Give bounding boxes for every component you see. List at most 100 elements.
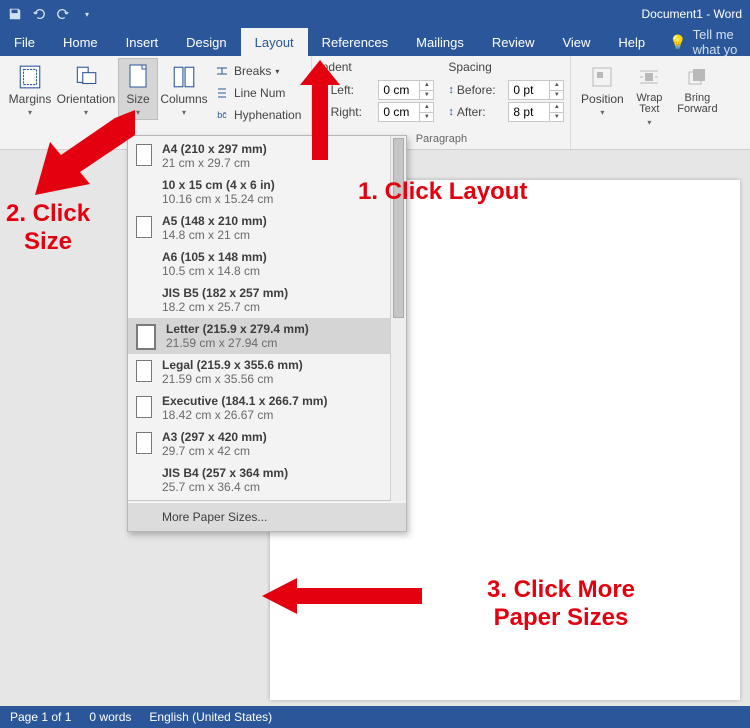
columns-button[interactable]: Columns ▾ xyxy=(158,58,210,120)
tab-view[interactable]: View xyxy=(548,28,604,56)
size-option-sub: 21.59 cm x 35.56 cm xyxy=(162,372,303,386)
margins-icon xyxy=(16,63,44,91)
margins-button[interactable]: Margins ▾ xyxy=(6,58,54,120)
spinner-arrows[interactable]: ▲▼ xyxy=(419,103,433,121)
tab-design[interactable]: Design xyxy=(172,28,240,56)
size-option-title: Legal (215.9 x 355.6 mm) xyxy=(162,358,303,372)
chevron-down-icon: ▾ xyxy=(182,108,186,117)
status-language[interactable]: English (United States) xyxy=(149,710,272,724)
size-option[interactable]: A5 (148 x 210 mm)14.8 cm x 21 cm xyxy=(128,210,406,246)
tab-file[interactable]: File xyxy=(0,28,49,56)
bring-forward-button: Bring Forward xyxy=(671,58,723,118)
bring-forward-icon xyxy=(683,63,711,91)
size-option-sub: 10.16 cm x 15.24 cm xyxy=(162,192,275,206)
size-option-sub: 21.59 cm x 27.94 cm xyxy=(166,336,309,350)
orientation-icon xyxy=(72,63,100,91)
size-option-title: A6 (105 x 148 mm) xyxy=(162,250,267,264)
size-option-sub: 18.42 cm x 26.67 cm xyxy=(162,408,327,422)
group-arrange: Position ▾ Wrap Text ▾ Bring Forward xyxy=(571,56,729,149)
chevron-down-icon: ▾ xyxy=(275,67,279,76)
size-option-sub: 14.8 cm x 21 cm xyxy=(162,228,267,242)
spinner-arrows[interactable]: ▲▼ xyxy=(549,81,563,99)
paper-thumb-icon xyxy=(136,432,152,454)
size-option-sub: 10.5 cm x 14.8 cm xyxy=(162,264,267,278)
indent-left-input[interactable]: ▲▼ xyxy=(378,80,434,100)
size-option-title: A3 (297 x 420 mm) xyxy=(162,430,267,444)
scrollbar-thumb[interactable] xyxy=(393,138,404,318)
tab-review[interactable]: Review xyxy=(478,28,549,56)
lightbulb-icon: 💡 xyxy=(669,34,686,51)
tab-mailings[interactable]: Mailings xyxy=(402,28,478,56)
size-option-sub: 29.7 cm x 42 cm xyxy=(162,444,267,458)
spinner-arrows[interactable]: ▲▼ xyxy=(419,81,433,99)
size-dropdown: A4 (210 x 297 mm)21 cm x 29.7 cm10 x 15 … xyxy=(127,135,407,532)
size-option[interactable]: JIS B5 (182 x 257 mm)18.2 cm x 25.7 cm xyxy=(128,282,406,318)
chevron-down-icon: ▾ xyxy=(28,108,32,117)
quick-access-toolbar: ▾ xyxy=(4,3,98,25)
size-option-title: 10 x 15 cm (4 x 6 in) xyxy=(162,178,275,192)
paper-thumb-icon xyxy=(136,144,152,166)
size-option[interactable]: A6 (105 x 148 mm)10.5 cm x 14.8 cm xyxy=(128,246,406,282)
wrap-text-button: Wrap Text ▾ xyxy=(627,58,671,130)
size-button[interactable]: Size ▾ xyxy=(118,58,158,120)
indent-right-input[interactable]: ▲▼ xyxy=(378,102,434,122)
paper-thumb-icon xyxy=(136,360,152,382)
tell-me-search[interactable]: 💡 Tell me what yo xyxy=(659,28,750,56)
size-option[interactable]: Letter (215.9 x 279.4 mm)21.59 cm x 27.9… xyxy=(128,318,406,354)
size-option[interactable]: 10 x 15 cm (4 x 6 in)10.16 cm x 15.24 cm xyxy=(128,174,406,210)
tab-home[interactable]: Home xyxy=(49,28,112,56)
spacing-before-input[interactable]: ▲▼ xyxy=(508,80,564,100)
document-title: Document1 - Word xyxy=(642,0,742,28)
spacing-label: Spacing xyxy=(448,60,564,78)
position-button: Position ▾ xyxy=(577,58,627,120)
qat-dropdown-icon[interactable]: ▾ xyxy=(76,3,98,25)
redo-icon[interactable] xyxy=(52,3,74,25)
line-numbers-button[interactable]: Line Num xyxy=(210,82,305,104)
status-words[interactable]: 0 words xyxy=(89,710,131,724)
size-option-title: Letter (215.9 x 279.4 mm) xyxy=(166,322,309,336)
status-page[interactable]: Page 1 of 1 xyxy=(10,710,71,724)
paper-thumb-icon xyxy=(136,396,152,418)
status-bar: Page 1 of 1 0 words English (United Stat… xyxy=(0,706,750,728)
scrollbar[interactable] xyxy=(390,136,406,501)
more-paper-sizes[interactable]: More Paper Sizes... xyxy=(128,503,406,531)
size-option[interactable]: Executive (184.1 x 266.7 mm)18.42 cm x 2… xyxy=(128,390,406,426)
spacing-after-input[interactable]: ▲▼ xyxy=(508,102,564,122)
undo-icon[interactable] xyxy=(28,3,50,25)
paper-thumb-icon xyxy=(136,324,156,350)
chevron-down-icon: ▾ xyxy=(84,108,88,117)
size-option[interactable]: JIS B4 (257 x 364 mm)25.7 cm x 36.4 cm xyxy=(128,462,406,498)
line-numbers-icon xyxy=(214,85,230,101)
tab-layout[interactable]: Layout xyxy=(241,28,308,56)
breaks-button[interactable]: Breaks ▾ xyxy=(210,60,305,82)
chevron-down-icon: ▾ xyxy=(136,108,140,117)
indent-label: Indent xyxy=(318,60,434,78)
size-option-sub: 18.2 cm x 25.7 cm xyxy=(162,300,288,314)
size-option-title: Executive (184.1 x 266.7 mm) xyxy=(162,394,327,408)
ribbon-tabs: File Home Insert Design Layout Reference… xyxy=(0,28,750,56)
size-option[interactable]: A3 (297 x 420 mm)29.7 cm x 42 cm xyxy=(128,426,406,462)
title-bar: ▾ Document1 - Word xyxy=(0,0,750,28)
size-option[interactable]: Legal (215.9 x 355.6 mm)21.59 cm x 35.56… xyxy=(128,354,406,390)
tab-references[interactable]: References xyxy=(308,28,402,56)
size-option-title: A4 (210 x 297 mm) xyxy=(162,142,267,156)
spinner-arrows[interactable]: ▲▼ xyxy=(549,103,563,121)
size-option-title: JIS B5 (182 x 257 mm) xyxy=(162,286,288,300)
size-icon xyxy=(124,63,152,91)
indent-right-icon: ⇥ xyxy=(318,106,327,119)
save-icon[interactable] xyxy=(4,3,26,25)
orientation-button[interactable]: Orientation ▾ xyxy=(54,58,118,120)
tab-insert[interactable]: Insert xyxy=(112,28,173,56)
size-option-sub: 25.7 cm x 36.4 cm xyxy=(162,480,288,494)
indent-left-icon: ⇤ xyxy=(318,84,327,97)
columns-icon xyxy=(170,63,198,91)
tab-help[interactable]: Help xyxy=(604,28,659,56)
spacing-after-icon: ↕ xyxy=(448,106,454,118)
size-option[interactable]: A4 (210 x 297 mm)21 cm x 29.7 cm xyxy=(128,138,406,174)
wrap-text-icon xyxy=(635,63,663,91)
tell-me-label: Tell me what yo xyxy=(693,27,740,57)
separator xyxy=(128,500,406,501)
paper-thumb-icon xyxy=(136,216,152,238)
hyphenation-button[interactable]: bc̄ Hyphenation xyxy=(210,104,305,126)
position-icon xyxy=(588,63,616,91)
